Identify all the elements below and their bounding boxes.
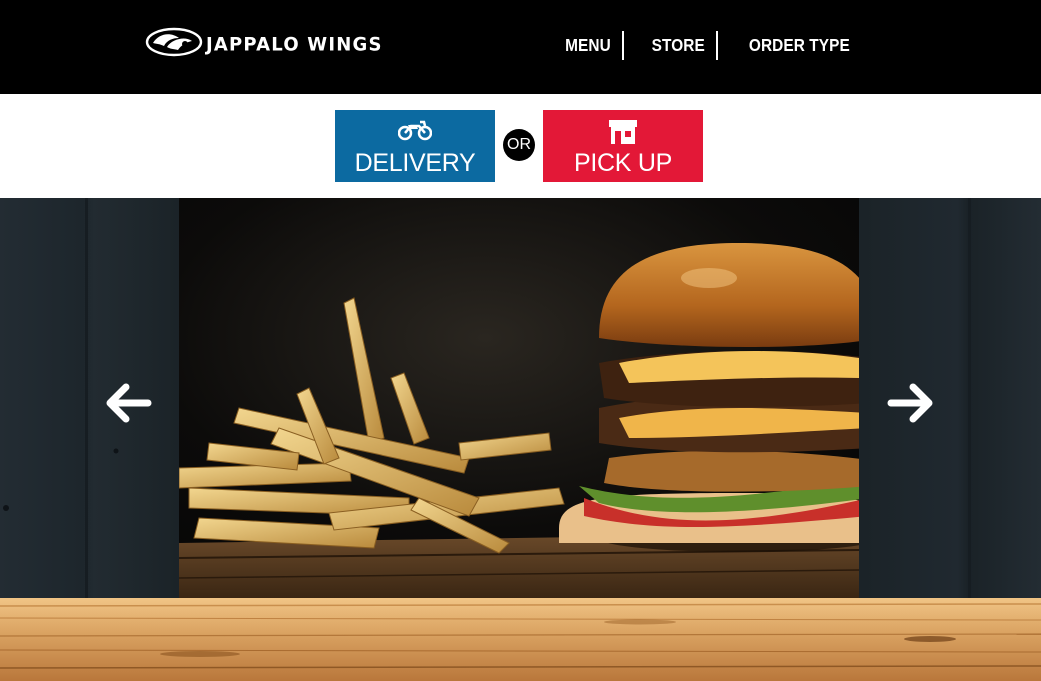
top-navigation-bar: JAPPALO WINGS MENU STORE ORDER TYPE <box>0 0 1041 94</box>
carousel-prev-button[interactable] <box>104 381 152 425</box>
carousel-next-button[interactable] <box>887 381 935 425</box>
burger-and-fries-photo <box>179 198 859 598</box>
brand-name: JAPPALO WINGS <box>206 33 383 56</box>
delivery-label: DELIVERY <box>354 149 476 177</box>
hero-carousel <box>0 198 1041 598</box>
nav-divider <box>716 31 719 60</box>
nav-store-link[interactable]: STORE <box>652 35 705 56</box>
order-type-selector: DELIVERY OR PICK UP <box>0 94 1041 198</box>
pickup-button[interactable]: PICK UP <box>543 110 703 182</box>
delivery-button[interactable]: DELIVERY <box>335 110 495 182</box>
arrow-left-icon <box>106 383 152 423</box>
brand-logo[interactable]: JAPPALO WINGS <box>145 27 383 62</box>
main-nav: MENU STORE ORDER TYPE <box>562 31 857 60</box>
motorbike-icon <box>335 119 495 145</box>
wood-counter-background <box>0 598 1041 681</box>
store-icon <box>543 119 703 145</box>
pickup-label: PICK UP <box>574 149 672 177</box>
nav-order-type-link[interactable]: ORDER TYPE <box>749 35 850 56</box>
or-separator: OR <box>503 129 535 161</box>
nav-divider <box>621 31 624 60</box>
wing-logo-icon <box>145 27 203 62</box>
nav-menu-link[interactable]: MENU <box>565 35 611 56</box>
arrow-right-icon <box>887 383 933 423</box>
